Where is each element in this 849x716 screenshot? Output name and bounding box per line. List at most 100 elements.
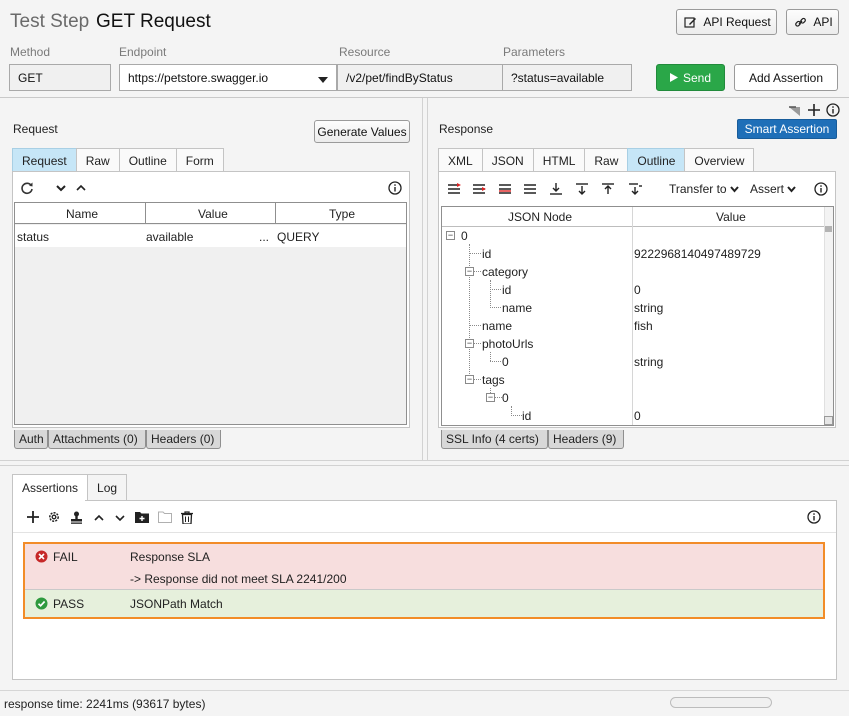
tab-response-raw[interactable]: Raw (584, 148, 629, 172)
tab-raw[interactable]: Raw (75, 148, 120, 172)
col-header-type: Type (329, 207, 356, 221)
tab-ssl-info[interactable]: SSL Info (4 certs) (441, 430, 548, 449)
tree-guide (495, 397, 502, 398)
add-assertion-button[interactable]: Add Assertion (734, 64, 838, 91)
tab-html[interactable]: HTML (532, 148, 586, 172)
tab-response-headers[interactable]: Headers (9) (548, 430, 624, 449)
resize-grip-icon[interactable] (824, 416, 833, 425)
chevron-down-icon[interactable] (112, 510, 128, 526)
refresh-icon[interactable] (19, 180, 35, 196)
tree-node-value: fish (634, 319, 653, 333)
tab-assertions[interactable]: Assertions (12, 474, 89, 501)
generate-values-button[interactable]: Generate Values (314, 120, 410, 143)
api-request-button[interactable]: API Request (676, 9, 777, 35)
tree-node-label[interactable]: id (502, 283, 511, 297)
info-icon[interactable] (825, 102, 841, 118)
tab-form[interactable]: Form (175, 148, 224, 172)
tab-log[interactable]: Log (87, 474, 128, 500)
collapse-all-icon[interactable] (471, 181, 487, 197)
tree-node-label[interactable]: photoUrls (482, 337, 533, 351)
title-prefix: Test Step (10, 11, 90, 32)
tab-attachments[interactable]: Attachments (0) (48, 430, 146, 449)
tree-node-label[interactable]: name (502, 301, 532, 315)
collapse-toggle-icon[interactable]: − (446, 231, 455, 240)
endpoint-select[interactable]: https://petstore.swagger.io (119, 64, 337, 91)
parameters-field[interactable]: ?status=available (502, 64, 632, 91)
tab-response-outline[interactable]: Outline (627, 148, 686, 172)
collapse-toggle-icon[interactable]: − (486, 393, 495, 402)
tab-outline[interactable]: Outline (118, 148, 177, 172)
response-outline-tree (441, 206, 834, 426)
assert-dropdown[interactable]: Assert (750, 182, 796, 196)
method-label: Method (10, 45, 51, 59)
param-value[interactable]: available (146, 230, 193, 244)
assertions-tabs: Assertions Log (12, 474, 128, 501)
tree-node-label[interactable]: category (482, 265, 528, 279)
resource-field[interactable]: /v2/pet/findByStatus (337, 64, 503, 91)
info-icon[interactable] (813, 181, 829, 197)
param-type[interactable]: QUERY (277, 230, 319, 244)
generate-values-label: Generate Values (317, 124, 407, 139)
method-field[interactable]: GET (9, 64, 111, 91)
move-bottom-icon[interactable] (548, 181, 564, 197)
response-panel-title: Response (439, 122, 494, 136)
tab-overview[interactable]: Overview (684, 148, 755, 172)
move-top-icon[interactable] (627, 181, 643, 197)
collapse-toggle-icon[interactable]: − (465, 375, 474, 384)
col-sep-1 (145, 203, 146, 224)
tree-node-label[interactable]: id (522, 409, 531, 423)
smart-assertion-button[interactable]: Smart Assertion (737, 119, 837, 139)
trash-icon[interactable] (179, 509, 195, 525)
send-button[interactable]: Send (656, 64, 725, 91)
tab-ssl-info-label: SSL Info (4 certs) (446, 432, 539, 446)
move-down-icon[interactable] (574, 181, 590, 197)
chevron-up-icon[interactable] (73, 180, 89, 196)
tree-node-label[interactable]: tags (482, 373, 505, 387)
tree-node-label[interactable]: id (482, 247, 491, 261)
expand-all-icon[interactable] (446, 181, 462, 197)
tab-xml[interactable]: XML (438, 148, 483, 172)
table-row[interactable] (15, 225, 406, 247)
chevron-down-icon (318, 73, 328, 87)
panel-splitter[interactable] (422, 98, 428, 460)
move-up-icon[interactable] (600, 181, 616, 197)
param-value-ellipsis[interactable]: ... (259, 230, 269, 244)
expand-level-icon[interactable] (497, 181, 513, 197)
tree-scrollbar-thumb[interactable] (825, 226, 832, 232)
tab-json[interactable]: JSON (481, 148, 534, 172)
stamp-icon[interactable] (68, 509, 84, 525)
tab-auth[interactable]: Auth (14, 430, 48, 449)
add-assertion-label: Add Assertion (748, 70, 824, 85)
tree-node-label[interactable]: 0 (502, 391, 509, 405)
tab-request[interactable]: Request (12, 148, 77, 172)
info-icon[interactable] (387, 180, 403, 196)
chevron-up-icon[interactable] (91, 510, 107, 526)
api-button[interactable]: API (786, 9, 839, 35)
collapse-level-icon[interactable] (522, 181, 538, 197)
page-title: GET Request (96, 11, 211, 32)
api-request-label: API Request (703, 15, 771, 29)
tree-node-label[interactable]: 0 (502, 355, 509, 369)
collapse-toggle-icon[interactable]: − (465, 339, 474, 348)
info-icon[interactable] (806, 509, 822, 525)
tree-guide (469, 325, 481, 326)
collapse-toggle-icon[interactable]: − (465, 267, 474, 276)
tree-node-label[interactable]: name (482, 319, 512, 333)
tab-xml-label: XML (448, 153, 473, 168)
status-progress-bar (670, 697, 772, 708)
tree-scrollbar[interactable] (824, 207, 833, 425)
transfer-to-dropdown[interactable]: Transfer to (669, 182, 739, 196)
chevron-down-icon[interactable] (53, 180, 69, 196)
add-folder-icon[interactable] (134, 509, 150, 525)
plus-icon[interactable] (806, 102, 822, 118)
tree-guide (490, 361, 501, 362)
resource-label: Resource (339, 45, 391, 59)
resource-value: /v2/pet/findByStatus (346, 70, 453, 85)
tree-node-label[interactable]: 0 (461, 229, 468, 243)
play-icon (669, 71, 678, 85)
plus-icon[interactable] (25, 509, 41, 525)
horizontal-splitter[interactable] (0, 460, 849, 466)
tab-request-headers[interactable]: Headers (0) (146, 430, 221, 449)
gear-icon[interactable] (46, 509, 62, 525)
clear-icon[interactable] (786, 103, 802, 119)
